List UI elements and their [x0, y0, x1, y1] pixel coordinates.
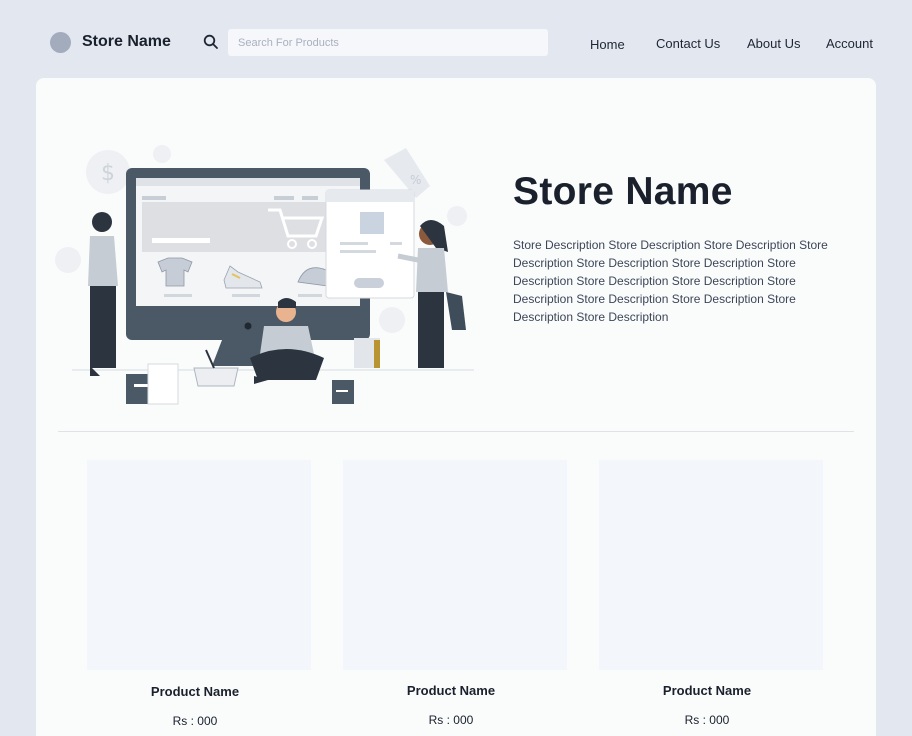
product-card[interactable]: Product Name Rs : 000: [87, 460, 311, 736]
nav-contact-us[interactable]: Contact Us: [656, 36, 720, 51]
nav-account[interactable]: Account: [826, 36, 873, 51]
product-image-placeholder[interactable]: [87, 460, 311, 670]
product-price: Rs : 000: [684, 713, 730, 727]
product-image-placeholder[interactable]: [343, 460, 567, 670]
hero-title: Store Name: [513, 170, 733, 213]
search-icon[interactable]: [203, 34, 219, 50]
top-navbar: Store Name Home Contact Us About Us Acco…: [0, 0, 912, 78]
product-name[interactable]: Product Name: [87, 684, 303, 699]
nav-about-us[interactable]: About Us: [747, 36, 800, 51]
online-shopping-illustration: $ %: [55, 145, 474, 405]
product-name[interactable]: Product Name: [599, 683, 815, 698]
product-price: Rs : 000: [172, 714, 218, 728]
product-image-placeholder[interactable]: [599, 460, 823, 670]
svg-text:%: %: [410, 173, 421, 187]
store-title[interactable]: Store Name: [82, 33, 171, 51]
main-content-card: $ % Store Name Store Description Store D…: [36, 78, 876, 736]
search-input[interactable]: [228, 29, 548, 56]
product-price: Rs : 000: [428, 713, 474, 727]
product-card[interactable]: Product Name Rs : 000: [343, 460, 567, 736]
section-divider: [58, 431, 854, 432]
nav-home[interactable]: Home: [590, 37, 625, 52]
svg-text:$: $: [101, 161, 115, 186]
product-card[interactable]: Product Name Rs : 000: [599, 460, 823, 736]
hero-description: Store Description Store Description Stor…: [513, 238, 828, 324]
product-name[interactable]: Product Name: [343, 683, 559, 698]
store-logo[interactable]: [50, 32, 71, 53]
